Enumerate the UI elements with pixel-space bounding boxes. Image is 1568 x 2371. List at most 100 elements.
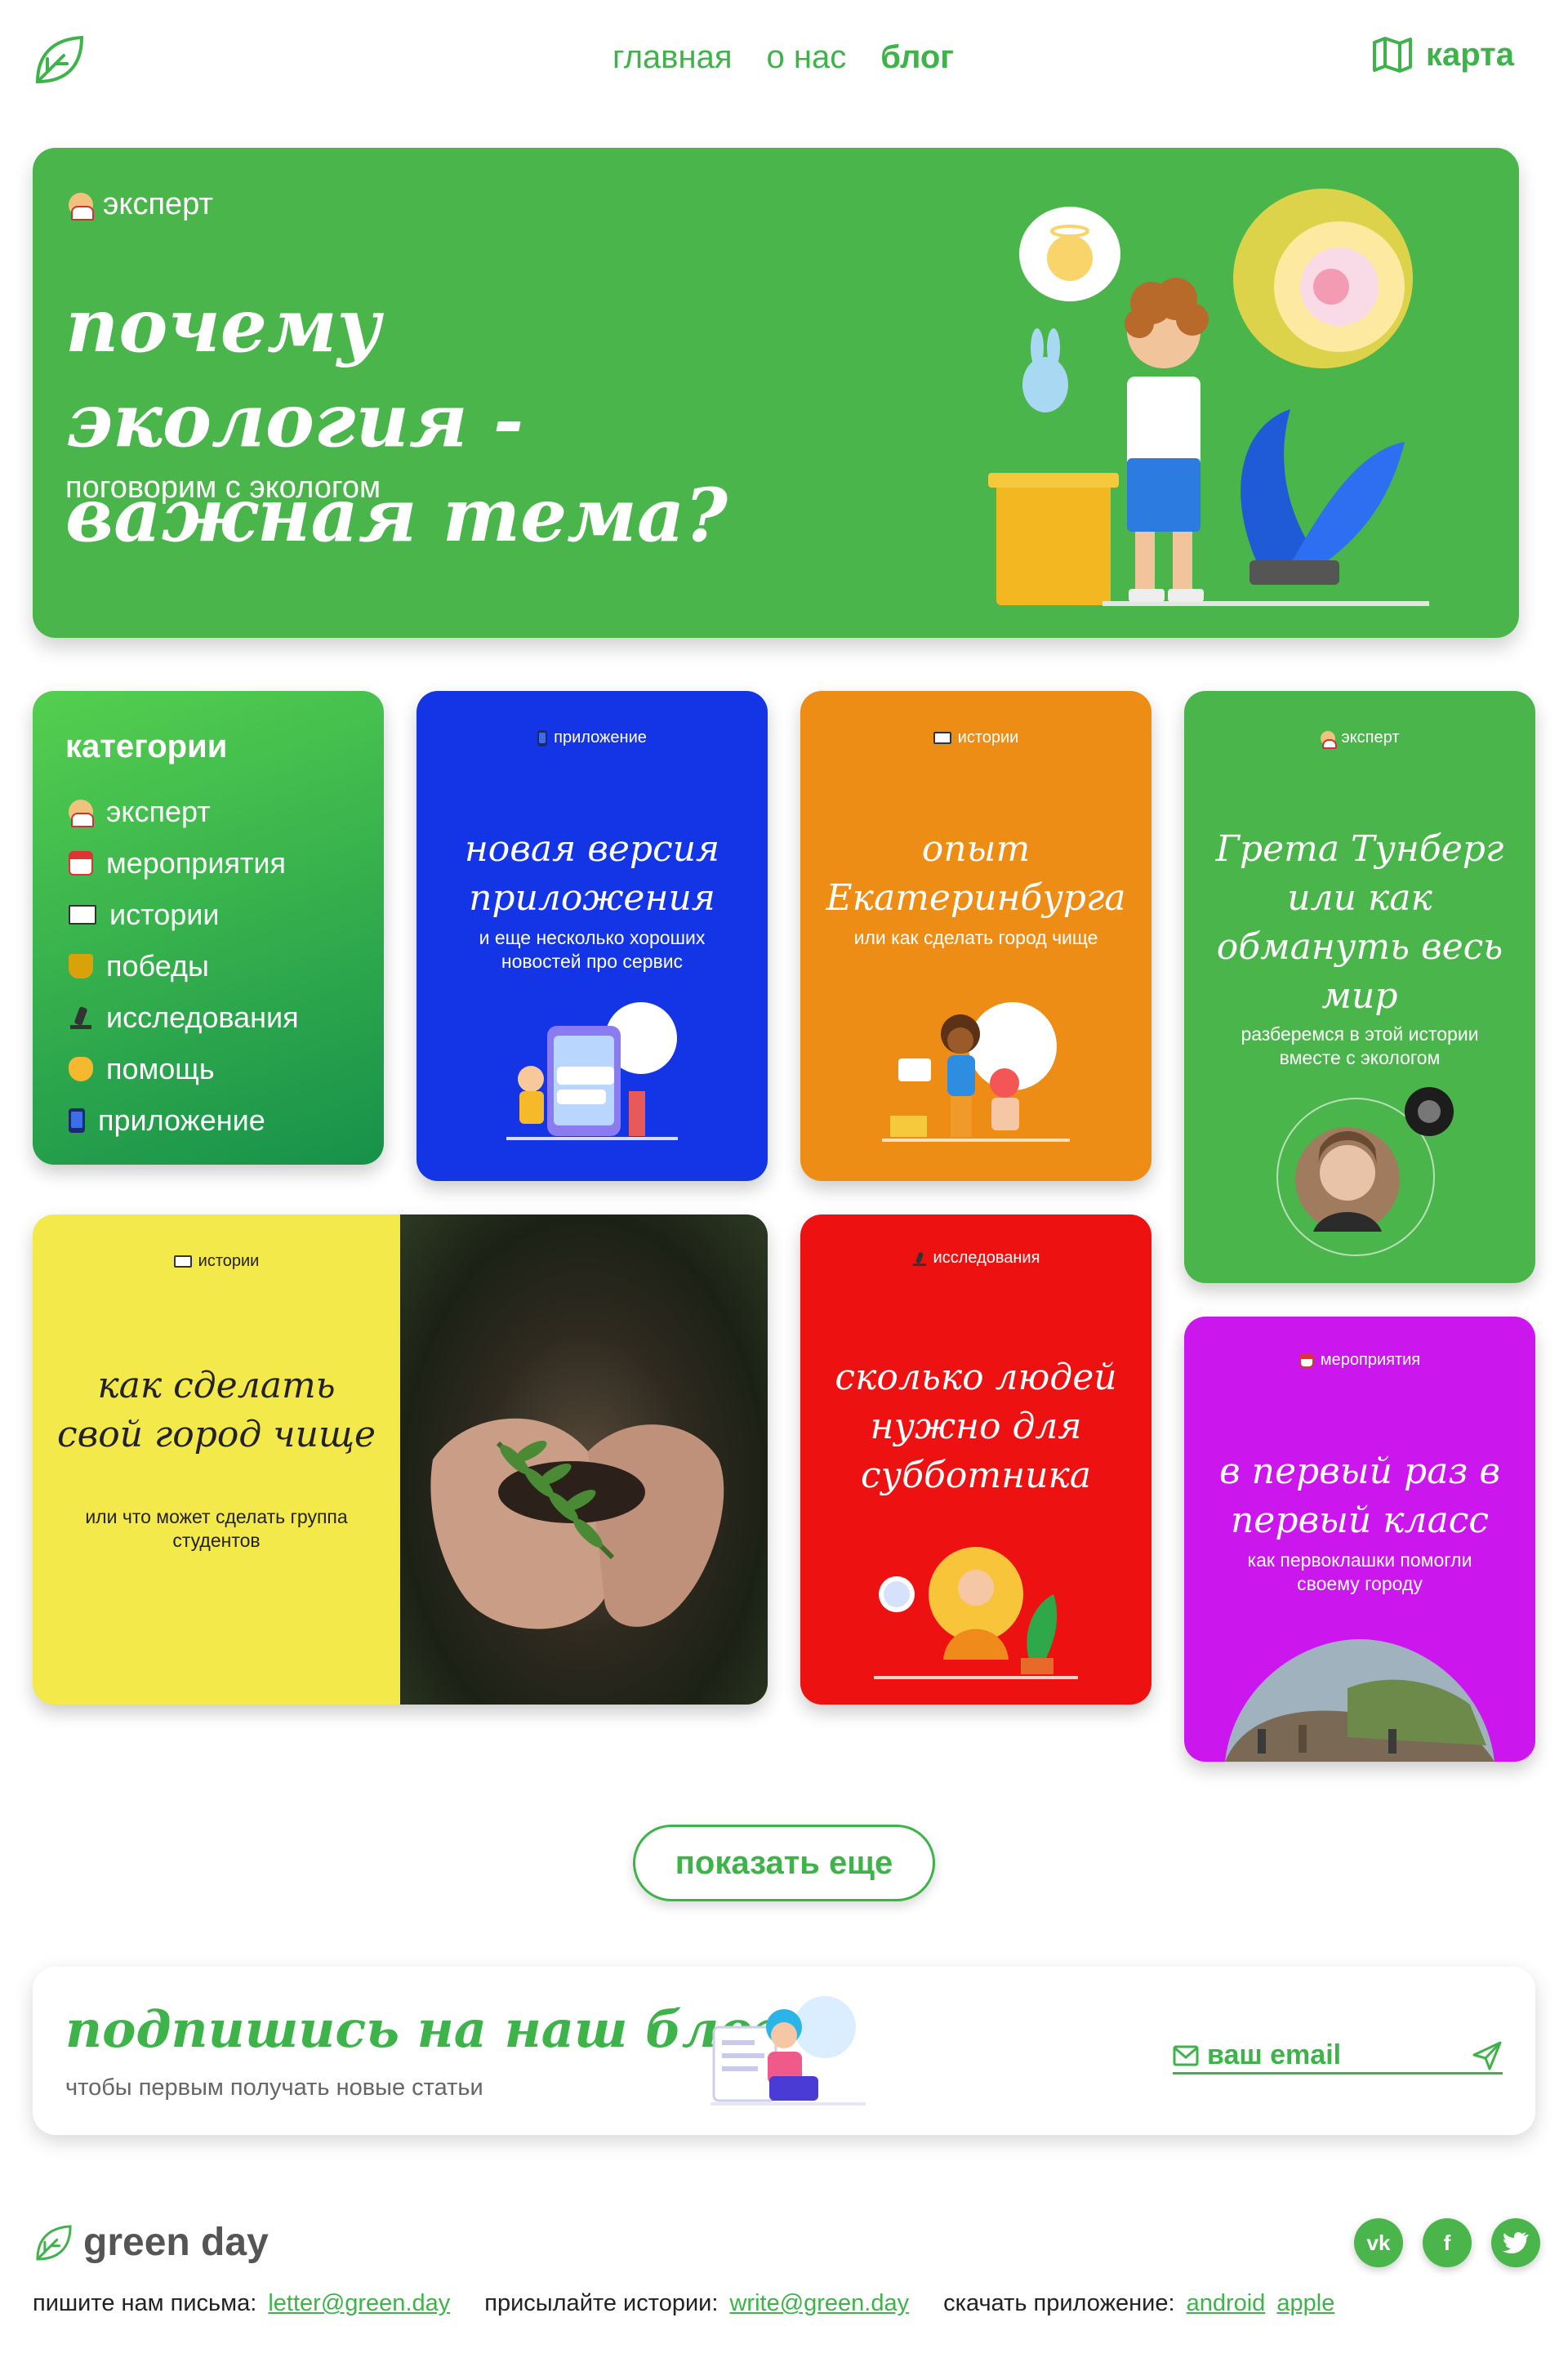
article-card-people[interactable]: исследования сколько людей нужно для суб… [800,1214,1152,1705]
categories-panel: категории эксперт мероприятия истории по… [33,691,384,1165]
footer-links: пишите нам письма: letter@green.day прис… [33,2290,1334,2317]
card-tag-label: мероприятия [1320,1351,1421,1369]
card-title: как сделать свой город чище [56,1365,376,1455]
categories-list: эксперт мероприятия истории победы иссле… [69,786,299,1146]
book-icon [173,1255,192,1268]
hero-tag: эксперт [69,187,213,222]
category-label: помощь [106,1051,215,1085]
card-title: новая версия приложения [464,828,720,919]
article-card-greta[interactable]: эксперт Грета Тунберг или как обмануть в… [1184,691,1535,1283]
vk-icon[interactable]: vk [1354,2218,1403,2267]
email-field[interactable] [1173,2039,1503,2075]
microscope-icon [912,1251,927,1266]
article-card-first-class[interactable]: мероприятия в первый раз в первый класс … [1184,1317,1535,1762]
hero-illustration [988,189,1429,606]
show-more-button[interactable]: показать еще [633,1825,935,1901]
city-illustration [882,1002,1070,1142]
hero-subtitle: поговорим с экологом [65,470,381,505]
hands-soil-photo [400,1214,768,1705]
card-tag-label: истории [957,729,1019,747]
hero-banner[interactable]: эксперт почему экология - важная тема? п… [33,148,1519,638]
leaf-logo-icon [36,2224,72,2261]
footer-stories: присылайте истории: write@green.day [484,2290,909,2317]
category-item-app[interactable]: приложение [69,1094,299,1146]
footer-letters-label: пишите нам письма: [33,2290,257,2316]
hands-soil-image [430,1418,724,1629]
phone-icon [537,729,548,747]
card-title: в первый раз в первый класс [1219,1451,1500,1541]
map-icon [1373,37,1412,73]
stories-email-link[interactable]: write@green.day [729,2290,909,2316]
category-label: победы [106,948,209,983]
microscope-icon [69,1005,93,1030]
footer-logo[interactable]: green day [33,2220,269,2265]
email-input[interactable] [1207,2039,1452,2071]
category-label: истории [109,897,220,931]
card-title: Грета Тунберг или как обмануть весь мир [1215,828,1504,1017]
category-label: мероприятия [106,845,287,880]
app-illustration [506,1002,678,1140]
letters-email-link[interactable]: letter@green.day [268,2290,450,2316]
footer-letters: пишите нам письма: letter@green.day [33,2290,450,2317]
apple-link[interactable]: apple [1276,2290,1334,2316]
expert-icon [1320,730,1337,749]
phone-icon [69,1108,85,1133]
social-links: vk f [1354,2218,1540,2267]
card-subtitle: разберемся в этой истории вместе с эколо… [1241,1023,1479,1068]
nav-item-home[interactable]: главная [612,39,733,76]
calendar-icon [69,850,93,876]
article-card-app[interactable]: приложение новая версия приложения и еще… [416,691,768,1181]
categories-title: категории [65,729,228,764]
card-tag: истории [800,729,1152,747]
card-tag-label: приложение [554,729,647,747]
hero-tag-label: эксперт [103,187,213,221]
card-tag: мероприятия [1184,1351,1535,1370]
book-icon [69,904,96,925]
category-label: исследования [106,1000,299,1034]
article-card-ekb[interactable]: истории опыт Екатеринбурга или как сдела… [800,691,1152,1181]
card-subtitle: или что может сделать группа студентов [85,1506,348,1551]
map-link[interactable]: карта [1372,36,1514,74]
category-item-wins[interactable]: победы [69,940,299,992]
card-tag: эксперт [1184,729,1535,749]
category-item-events[interactable]: мероприятия [69,837,299,889]
expert-icon [69,799,94,827]
footer-stories-label: присылайте истории: [484,2290,719,2316]
card-title: сколько людей нужно для субботника [835,1357,1117,1496]
nav-item-about[interactable]: о нас [767,39,847,76]
card-title: опыт Екатеринбурга [826,828,1126,919]
card-tag: приложение [416,729,768,747]
card-tag-label: истории [198,1252,260,1270]
map-label: карта [1426,36,1515,73]
helping-hand-icon [69,1056,93,1081]
main-nav: главная о нас блог [612,39,954,76]
trophy-icon [69,953,93,978]
footer-app-label: скачать приложение: [943,2290,1175,2316]
hero-title: почему экология - важная тема? [65,283,728,559]
leaf-logo-icon[interactable] [31,31,88,88]
cleanup-photo [1225,1639,1494,1762]
card-tag-label: эксперт [1341,729,1400,747]
book-icon [933,732,951,744]
calendar-icon [1298,1353,1314,1368]
twitter-icon[interactable] [1491,2218,1540,2267]
category-item-stories[interactable]: истории [69,889,299,940]
footer-brand: green day [83,2221,269,2264]
category-item-help[interactable]: помощь [69,1043,299,1094]
android-link[interactable]: android [1187,2290,1266,2316]
category-item-expert[interactable]: эксперт [69,786,299,837]
greta-avatar [1276,1087,1454,1256]
send-icon[interactable] [1472,2040,1503,2071]
card-tag: исследования [800,1249,1152,1268]
category-item-research[interactable]: исследования [69,992,299,1043]
card-subtitle: или как сделать город чище [853,927,1098,948]
article-card-city[interactable]: истории как сделать свой город чище или … [33,1214,768,1705]
nav-item-blog[interactable]: блог [880,39,954,76]
subscribe-title: подпишись на наш блог [65,1999,782,2059]
meditation-illustration [874,1547,1078,1679]
card-tag: истории [33,1252,400,1271]
category-label: приложение [98,1103,265,1137]
expert-icon [69,192,94,221]
facebook-icon[interactable]: f [1423,2218,1472,2267]
card-tag-label: исследования [933,1249,1040,1267]
